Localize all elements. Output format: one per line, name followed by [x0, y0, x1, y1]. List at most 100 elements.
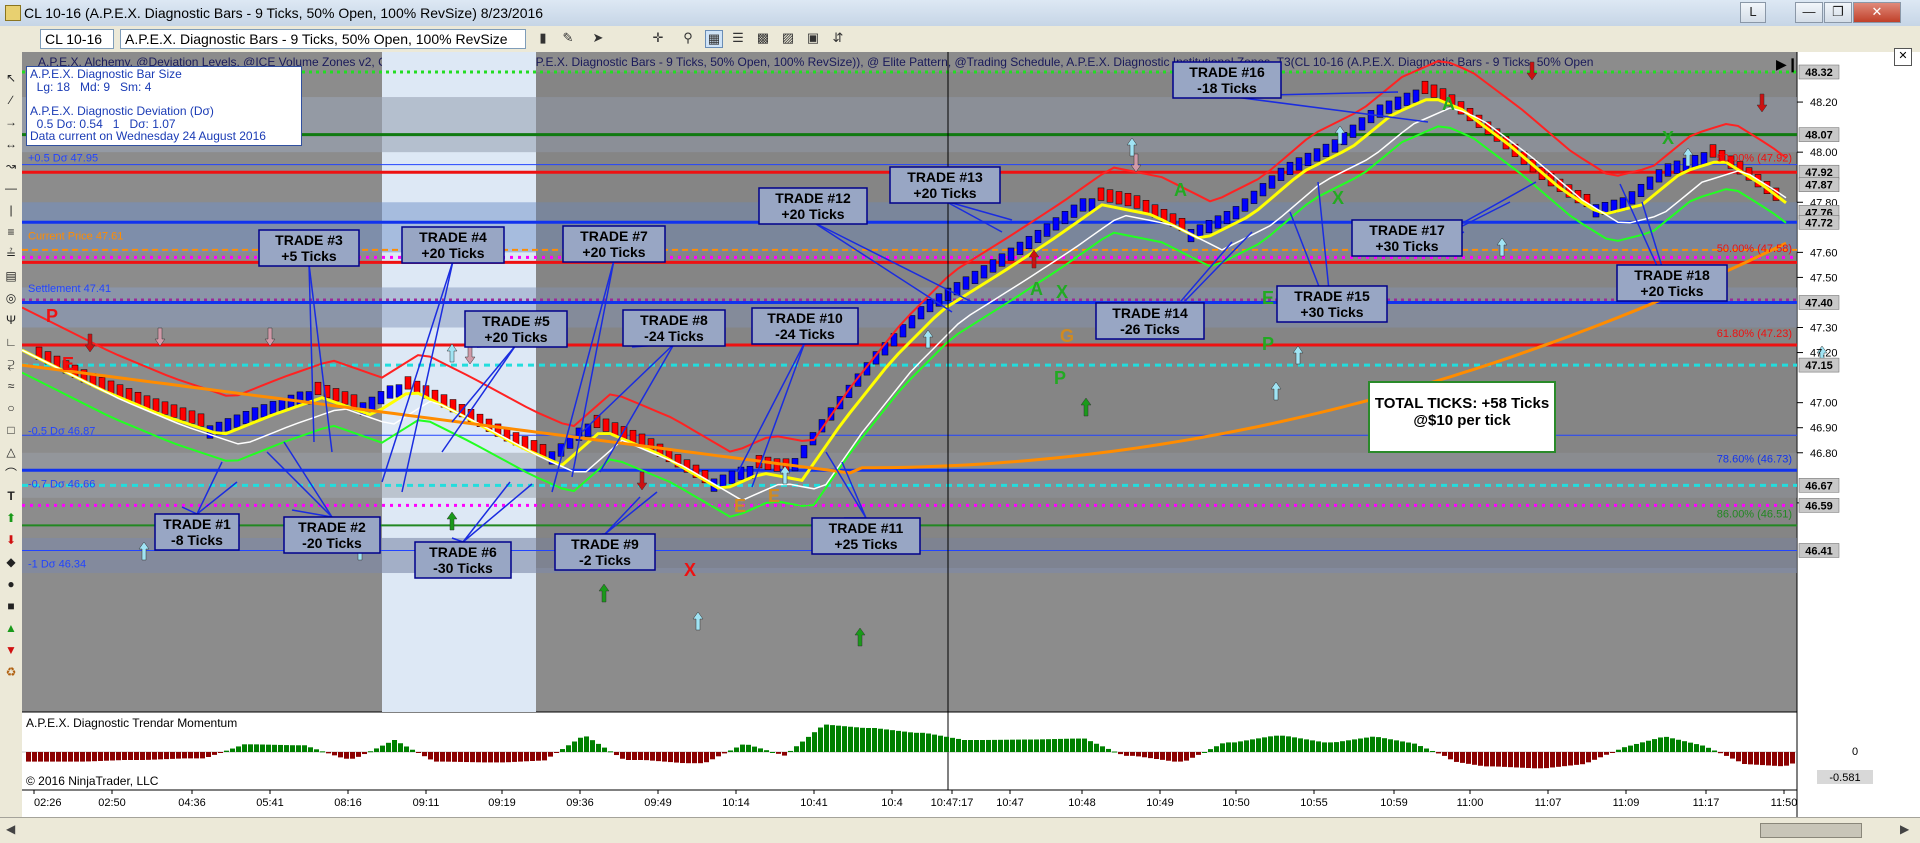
momentum-bar-down — [620, 752, 625, 759]
scroll-thumb[interactable] — [1760, 823, 1862, 838]
pointer-icon[interactable]: ➤ — [590, 30, 606, 46]
arrow-down-tool-icon[interactable]: ⬇ — [3, 532, 19, 548]
pattern-letter: P — [1262, 334, 1274, 354]
momentum-bar-up — [1064, 738, 1069, 752]
momentum-bar-up — [1088, 741, 1093, 752]
momentum-bar-up — [1010, 739, 1015, 752]
trade-label-result: -2 Ticks — [579, 552, 631, 568]
text-tool-icon[interactable]: T — [3, 488, 19, 504]
screenshot-icon[interactable]: ▣ — [805, 30, 821, 46]
trade-label-result: -26 Ticks — [1120, 321, 1180, 337]
extended-line-tool-icon[interactable]: ↔ — [3, 136, 19, 152]
momentum-label: A.P.E.X. Diagnostic Trendar Momentum — [26, 716, 237, 730]
triangle-down-tool-icon[interactable]: ▼ — [3, 642, 19, 658]
ellipse-tool-icon[interactable]: ○ — [3, 400, 19, 416]
maximize-button[interactable]: ❐ — [1824, 2, 1852, 23]
close-button[interactable]: ✕ — [1853, 2, 1901, 23]
trade-label-title: TRADE #16 — [1189, 64, 1265, 80]
time-axis-label: 10:48 — [1068, 797, 1096, 809]
diamond-tool-icon[interactable]: ◆ — [3, 554, 19, 570]
risk-reward-tool-icon[interactable]: ≈ — [3, 378, 19, 394]
language-button[interactable]: L — [1740, 2, 1766, 23]
up-bar — [1214, 215, 1222, 229]
momentum-bar-down — [1448, 752, 1453, 760]
arrow-line-tool-icon[interactable]: ↝ — [3, 158, 19, 174]
up-bar — [1079, 198, 1087, 212]
momentum-bar-up — [1400, 741, 1405, 752]
strategies-icon[interactable]: ▨ — [780, 30, 796, 46]
line-tool-icon[interactable]: ∕ — [3, 92, 19, 108]
chart-area[interactable]: A.P.E.X. Alchemy, @Deviation Levels, @IC… — [21, 48, 1920, 842]
data-box-icon[interactable]: ▦ — [705, 30, 723, 48]
dot-tool-icon[interactable]: ● — [3, 576, 19, 592]
momentum-bar-down — [1172, 752, 1177, 762]
momentum-bar-up — [872, 728, 877, 752]
time-axis-label: 04:36 — [178, 797, 206, 809]
momentum-bar-up — [836, 725, 841, 752]
up-bar — [926, 299, 934, 313]
andrews-pitchfork-tool-icon[interactable]: Ψ — [3, 312, 19, 328]
bar-style-icon[interactable]: ▮ — [535, 30, 551, 46]
up-bar — [1403, 92, 1411, 106]
pointer-tool-icon[interactable]: ↖ — [3, 70, 19, 86]
arrow-up-tool-icon[interactable]: ⬆ — [3, 510, 19, 526]
vertical-line-tool-icon[interactable]: | — [3, 202, 19, 218]
regression-channel-tool-icon[interactable]: ⥻ — [3, 356, 19, 372]
price-chart-svg: A.P.E.X. Alchemy, @Deviation Levels, @IC… — [21, 52, 1920, 817]
fib-extension-tool-icon[interactable]: ▤ — [3, 268, 19, 284]
momentum-bar-down — [512, 752, 517, 762]
remove-drawings-tool-icon[interactable]: ♻ — [3, 664, 19, 680]
chart-toolbar: CL 10-16 A.P.E.X. Diagnostic Bars - 9 Ti… — [0, 26, 1920, 53]
momentum-bar-up — [1292, 737, 1297, 752]
momentum-bar-up — [950, 737, 955, 752]
triangle-up-tool-icon[interactable]: ▲ — [3, 620, 19, 636]
scroll-right-icon[interactable]: ▶ — [1900, 822, 1909, 836]
time-axis-label: 09:49 — [644, 797, 672, 809]
momentum-bar-down — [1526, 752, 1531, 769]
momentum-bar-up — [410, 749, 415, 752]
minimize-button[interactable]: — — [1795, 2, 1823, 23]
bar-type-selector[interactable]: A.P.E.X. Diagnostic Bars - 9 Ticks, 50% … — [120, 29, 526, 49]
momentum-bar-down — [326, 752, 331, 754]
momentum-bar-up — [914, 732, 919, 752]
instrument-selector[interactable]: CL 10-16 — [40, 29, 114, 49]
scroll-left-icon[interactable]: ◀ — [6, 822, 15, 836]
fib-circle-tool-icon[interactable]: ◎ — [3, 290, 19, 306]
triangle-tool-icon[interactable]: △ — [3, 444, 19, 460]
ray-tool-icon[interactable]: → — [3, 114, 19, 130]
draw-pencil-icon[interactable]: ✎ — [560, 30, 576, 46]
time-axis-label: 02:26 — [34, 797, 62, 809]
rectangle-tool-icon[interactable]: □ — [3, 422, 19, 438]
chart-scrollbar[interactable]: ◀ ▶ — [0, 817, 1920, 843]
momentum-bar-up — [1046, 739, 1051, 752]
time-axis-label: 10:41 — [800, 797, 828, 809]
horizontal-line-tool-icon[interactable]: — — [3, 180, 19, 196]
up-bar — [1205, 220, 1213, 234]
chart-scroll-right-icon[interactable]: ▶❙ — [1776, 56, 1799, 72]
pattern-letter: E — [62, 354, 74, 374]
properties-icon[interactable]: ☰ — [730, 30, 746, 46]
momentum-bar-up — [728, 750, 733, 752]
square-tool-icon[interactable]: ■ — [3, 598, 19, 614]
momentum-bar-up — [572, 741, 577, 752]
momentum-bar-up — [224, 750, 229, 752]
channel-tool-icon[interactable]: ≡ — [3, 224, 19, 240]
fib-retracement-tool-icon[interactable]: ≟ — [3, 246, 19, 262]
arc-tool-icon[interactable]: ⌒ — [3, 466, 19, 482]
momentum-bar-down — [218, 752, 223, 753]
price-marker-value: 46.59 — [1805, 500, 1833, 512]
indicators-icon[interactable]: ▩ — [755, 30, 771, 46]
time-axis-label: 09:11 — [413, 797, 440, 809]
momentum-bar-up — [1250, 739, 1255, 752]
momentum-bar-down — [1196, 752, 1201, 755]
momentum-bar-up — [242, 744, 247, 752]
chart-close-button[interactable]: ✕ — [1894, 48, 1912, 66]
crosshair-icon[interactable]: ✛ — [650, 30, 666, 46]
momentum-bar-up — [1634, 743, 1639, 752]
gann-fan-tool-icon[interactable]: ∟ — [3, 334, 19, 350]
momentum-bar-up — [1670, 738, 1675, 752]
momentum-bar-down — [92, 752, 97, 762]
zoom-icon[interactable]: ⚲ — [680, 30, 696, 46]
share-icon[interactable]: ⇵ — [830, 30, 846, 46]
momentum-bar-up — [1244, 740, 1249, 752]
